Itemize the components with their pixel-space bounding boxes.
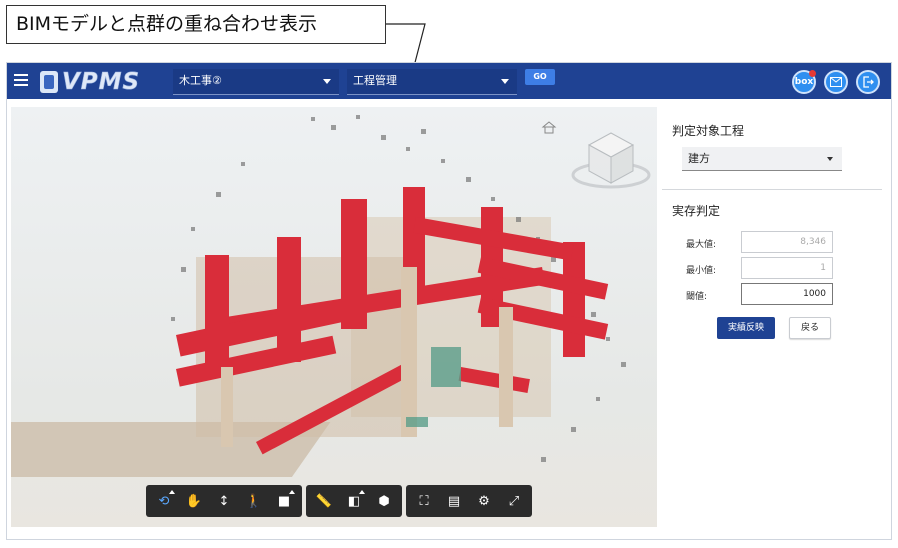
page: BIMモデルと点群の重ね合わせ表示 VPMS 木工事② 工程管理 GO box [0,0,898,548]
viewer-toolbar: ⟲ ✋ ↕ 🚶 ■ 📏 ◧ ⬢ ⛶ ▤ ⚙ ⤢ [146,485,532,517]
logout-button[interactable] [856,70,880,94]
properties-icon[interactable]: ▤ [440,486,468,516]
threshold-label: 閾値: [686,292,708,302]
menu-icon[interactable] [14,74,28,86]
process-select[interactable]: 工程管理 [347,69,517,95]
project-select-value: 木工事② [179,74,222,87]
logout-icon [863,76,874,88]
box-icon: box [794,77,814,87]
settings-tools: ⛶ ▤ ⚙ ⤢ [406,485,532,517]
back-button[interactable]: 戻る [789,317,831,339]
3d-viewer[interactable]: ⟲ ✋ ↕ 🚶 ■ 📏 ◧ ⬢ ⛶ ▤ ⚙ ⤢ [11,107,657,527]
camera-icon[interactable]: ■ [270,486,298,516]
fullscreen-icon[interactable]: ⤢ [500,486,528,516]
walk-icon[interactable]: 🚶 [240,486,268,516]
model-browser-icon[interactable]: ⛶ [410,486,438,516]
go-button[interactable]: GO [525,69,555,85]
min-label: 最小値: [686,266,717,276]
apply-results-button[interactable]: 実績反映 [717,317,775,339]
project-select[interactable]: 木工事② [173,69,339,95]
measure-icon[interactable]: 📏 [310,486,338,516]
chevron-down-icon [827,157,833,161]
judgement-panel: 判定対象工程 建方 実存判定 最大値: 8,346 最小値: 1 閾値: 100… [662,107,888,537]
chevron-down-icon [323,79,331,84]
logo-mark-icon [40,71,58,93]
explode-icon[interactable]: ⬢ [370,486,398,516]
process-select-value: 工程管理 [353,74,397,87]
min-value-field: 1 [741,257,833,279]
model-tools: 📏 ◧ ⬢ [306,485,402,517]
max-label: 最大値: [686,240,717,250]
chevron-down-icon [501,79,509,84]
settings-icon[interactable]: ⚙ [470,486,498,516]
home-view-icon [541,121,557,134]
max-value-field: 8,346 [741,231,833,253]
point-cloud-scene [11,115,651,477]
annotation-caption: BIMモデルと点群の重ね合わせ表示 [6,5,386,44]
judgement-title: 実存判定 [672,204,721,218]
logo-text: VPMS [62,69,141,96]
zoom-icon[interactable]: ↕ [210,486,238,516]
section-icon[interactable]: ◧ [340,486,368,516]
target-process-select[interactable]: 建方 [682,147,842,171]
mail-icon [830,77,842,87]
threshold-input[interactable]: 1000 [741,283,833,305]
target-process-value: 建方 [688,152,710,165]
panel-divider [662,189,882,190]
view-cube-icon [571,132,651,189]
app-logo: VPMS [40,69,140,95]
orbit-icon[interactable]: ⟲ [150,486,178,516]
app-window: VPMS 木工事② 工程管理 GO box ⟲ ✋ ↕ 🚶 ■ 📏 ◧ ⬢ ⛶ … [6,62,892,540]
mail-button[interactable] [824,70,848,94]
navigation-tools: ⟲ ✋ ↕ 🚶 ■ [146,485,302,517]
app-header: VPMS 木工事② 工程管理 GO box [7,63,891,99]
notification-dot [809,70,816,77]
target-process-title: 判定対象工程 [672,124,745,138]
box-button[interactable]: box [792,70,816,94]
pan-icon[interactable]: ✋ [180,486,208,516]
